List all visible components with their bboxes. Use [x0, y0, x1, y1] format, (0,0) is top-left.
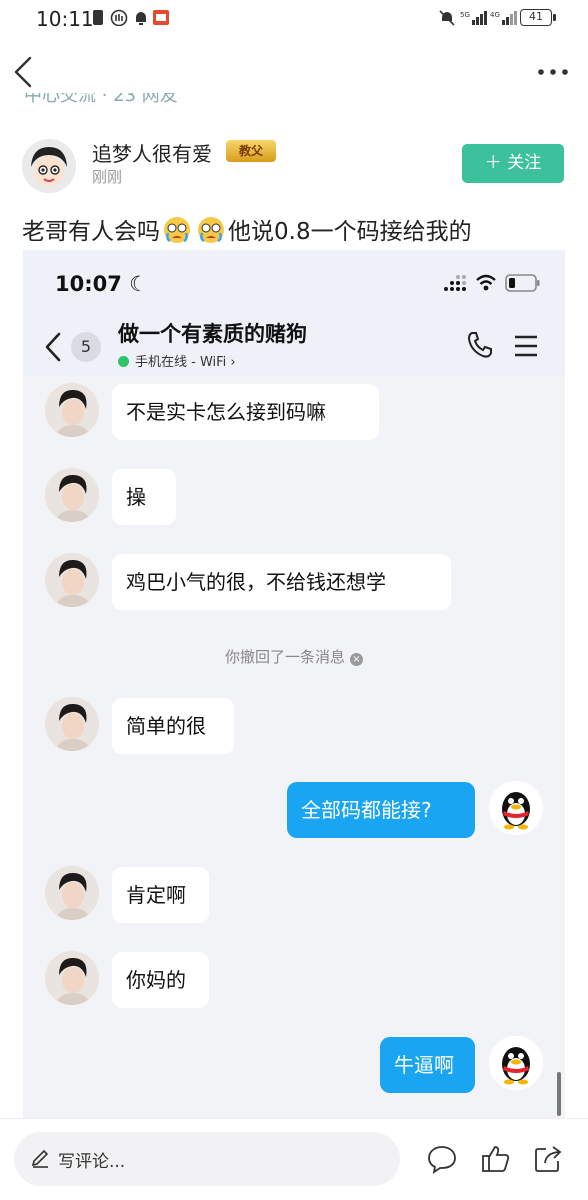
thumbs-up-icon[interactable] — [480, 1143, 512, 1175]
post-time: 刚刚 — [92, 168, 123, 186]
crying-emoji-icon — [164, 217, 190, 243]
signal-4g-icon: 4G — [490, 11, 517, 25]
contact-avatar[interactable] — [45, 383, 99, 437]
chat-online-status: 手机在线 - WiFi › — [118, 351, 236, 370]
signal-5g-icon: 5G — [460, 11, 487, 25]
crying-emoji-icon — [198, 217, 224, 243]
battery-icon — [505, 274, 540, 292]
message-bubble-sent[interactable]: 全部码都能接? — [287, 782, 475, 838]
contact-avatar[interactable] — [45, 951, 99, 1005]
message-bubble[interactable]: 肯定啊 — [112, 867, 209, 923]
qq-penguin-icon — [489, 1036, 543, 1090]
cartoon-avatar-icon — [22, 139, 76, 193]
person-portrait-icon — [45, 697, 99, 751]
unread-count-badge: 5 — [71, 332, 101, 362]
contact-avatar[interactable] — [45, 697, 99, 751]
chat-back-icon[interactable] — [41, 330, 65, 364]
chevron-right-icon: › — [230, 355, 236, 370]
moon-icon: ☾ — [129, 272, 148, 296]
status-time: 10:11 — [36, 7, 94, 31]
message-bubble[interactable]: 不是实卡怎么接到码嘛 — [112, 384, 379, 440]
notification-bell-icon — [136, 12, 146, 25]
signal-icon — [444, 275, 466, 291]
chat-screenshot-image[interactable]: 10:07 ☾ 5 做一个有素质的赌狗 手机在线 - WiFi › 不是实卡怎么… — [23, 250, 565, 1118]
comment-input[interactable]: 写评论... — [14, 1132, 400, 1186]
contact-avatar[interactable] — [45, 468, 99, 522]
message-bubble[interactable]: 操 — [112, 469, 176, 525]
own-avatar[interactable] — [489, 1036, 543, 1090]
author-name[interactable]: 追梦人很有爱 — [92, 138, 212, 167]
share-icon[interactable] — [532, 1143, 564, 1175]
app-notification-icon — [153, 10, 169, 25]
person-portrait-icon — [45, 951, 99, 1005]
hand-icon — [110, 9, 128, 26]
phone-icon[interactable] — [465, 330, 495, 360]
comment-icon[interactable] — [426, 1143, 458, 1175]
clipped-header-text: 中心交流 · 23 网友 — [24, 93, 178, 106]
chat-title: 做一个有素质的赌狗 — [118, 322, 307, 346]
menu-icon[interactable] — [513, 334, 539, 358]
close-circle-icon: × — [350, 653, 363, 666]
own-avatar[interactable] — [489, 781, 543, 835]
chat-scrollbar[interactable] — [557, 1072, 561, 1116]
recall-notice: 你撤回了一条消息 × — [23, 646, 565, 667]
follow-button[interactable]: ＋ 关注 — [462, 144, 564, 183]
post-text-part-2: 他说0.8一个码接给我的 — [228, 219, 472, 245]
svg-text:5G: 5G — [460, 11, 470, 19]
pencil-icon — [31, 1149, 49, 1168]
sim-icon — [93, 10, 103, 25]
post-text: 老哥有人会吗 他说0.8一个码接给我的 — [22, 212, 472, 246]
wifi-icon — [476, 274, 496, 291]
person-portrait-icon — [45, 468, 99, 522]
message-bubble[interactable]: 你妈的 — [112, 952, 209, 1008]
author-avatar[interactable] — [22, 139, 76, 193]
back-icon[interactable] — [10, 55, 40, 89]
person-portrait-icon — [45, 383, 99, 437]
post-text-part-1: 老哥有人会吗 — [22, 219, 160, 245]
svg-text:4G: 4G — [490, 11, 500, 19]
comment-placeholder: 写评论... — [58, 1152, 126, 1172]
message-bubble[interactable]: 简单的很 — [112, 698, 234, 754]
qq-penguin-icon — [489, 781, 543, 835]
online-dot-icon — [118, 356, 129, 367]
bottom-action-bar: 写评论... — [0, 1118, 588, 1200]
message-bubble[interactable]: 鸡巴小气的很，不给钱还想学 — [112, 554, 451, 610]
more-icon[interactable] — [536, 62, 570, 82]
message-bubble-sent[interactable]: 牛逼啊 — [380, 1037, 475, 1093]
battery-indicator: 41 — [520, 9, 556, 26]
chat-status-time: 10:07 ☾ — [55, 272, 148, 296]
author-badge: 教父 — [226, 140, 276, 162]
contact-avatar[interactable] — [45, 866, 99, 920]
chat-header: 10:07 ☾ 5 做一个有素质的赌狗 手机在线 - WiFi › — [23, 250, 565, 376]
plus-icon: ＋ — [484, 153, 502, 173]
person-portrait-icon — [45, 866, 99, 920]
mute-icon — [439, 10, 455, 26]
contact-avatar[interactable] — [45, 553, 99, 607]
person-portrait-icon — [45, 553, 99, 607]
follow-label: 关注 — [507, 153, 542, 173]
status-bar: 10:11 5G 4G 41 — [0, 0, 588, 36]
